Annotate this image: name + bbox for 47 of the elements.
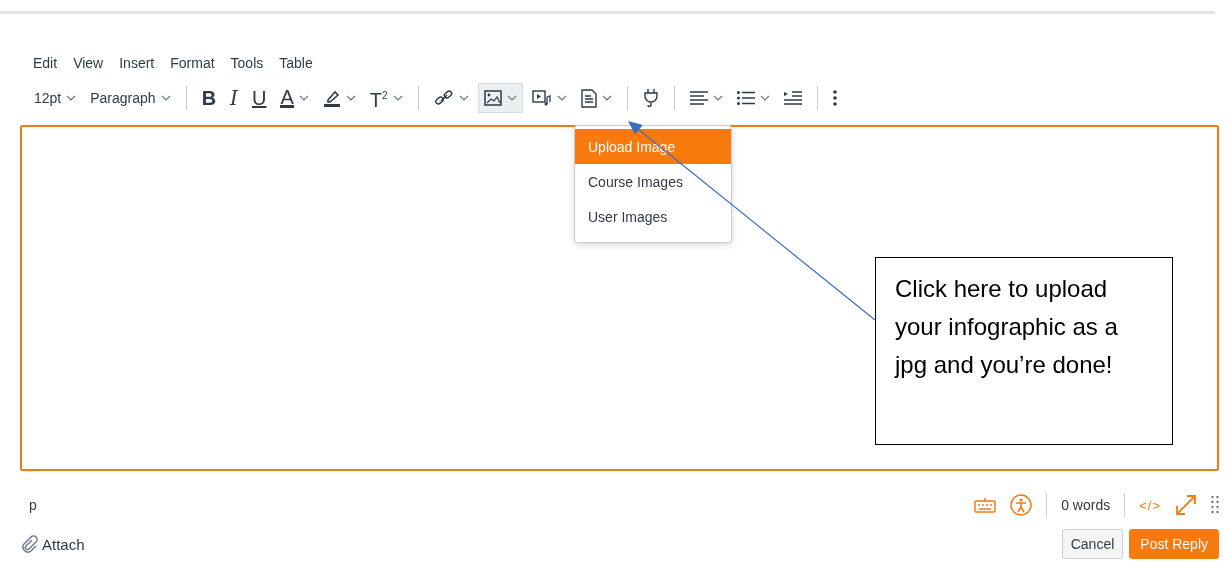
toolbar-button[interactable] xyxy=(477,83,523,113)
menu-item[interactable]: Tools xyxy=(230,53,264,73)
accessibility-icon[interactable] xyxy=(1010,494,1033,516)
menu-item[interactable]: Table xyxy=(279,53,313,73)
fullscreen-icon[interactable] xyxy=(1175,494,1197,516)
resize-handle-icon[interactable] xyxy=(1211,496,1219,514)
caret-icon xyxy=(601,95,612,101)
image-icon xyxy=(483,90,502,106)
caret-icon xyxy=(458,95,469,101)
toolbar-button[interactable]: U xyxy=(247,83,272,113)
caret-icon xyxy=(345,95,356,101)
callout-note: Click here to upload your infographic as a jpg and you’re done! xyxy=(875,257,1173,445)
menu-item[interactable]: Insert xyxy=(119,53,155,73)
caret-icon xyxy=(712,95,723,101)
bullet-list-icon xyxy=(736,91,755,105)
align-left-icon xyxy=(689,91,708,105)
editor-area[interactable] xyxy=(20,125,1219,471)
dropdown-button[interactable]: Paragraph xyxy=(85,83,176,113)
caret-icon xyxy=(506,95,517,101)
caret-icon xyxy=(556,95,567,101)
caret-icon xyxy=(392,95,403,101)
link-icon xyxy=(433,88,454,108)
attach-button[interactable]: Attach xyxy=(20,535,85,553)
menu-option[interactable]: Course Images xyxy=(575,164,731,199)
caret-icon xyxy=(160,95,171,101)
video-icon xyxy=(531,89,552,107)
menu-item[interactable]: Format xyxy=(170,53,215,73)
caret-icon xyxy=(66,95,77,101)
toolbar-button[interactable]: A xyxy=(275,83,314,113)
word-count: 0 words xyxy=(1061,497,1111,513)
toolbar-button[interactable]: T$^{2}$ xyxy=(364,83,408,113)
menu-item[interactable]: View xyxy=(73,53,104,73)
element-path: p xyxy=(29,497,37,513)
caret-icon xyxy=(759,95,770,101)
toolbar-button[interactable]: B xyxy=(196,83,222,113)
plug-icon xyxy=(642,88,659,108)
toolbar-button[interactable]: I xyxy=(225,83,243,113)
menu-item[interactable]: Edit xyxy=(33,53,58,73)
highlighter-icon xyxy=(322,89,341,107)
indent-icon xyxy=(783,91,802,105)
paperclip-icon xyxy=(20,535,38,553)
dropdown-button[interactable]: 12pt xyxy=(29,83,82,113)
menu-option[interactable]: User Images xyxy=(575,199,731,234)
cancel-button[interactable]: Cancel xyxy=(1061,529,1124,559)
more-icon xyxy=(832,90,837,106)
document-icon xyxy=(580,88,597,108)
caret-icon xyxy=(298,95,309,101)
